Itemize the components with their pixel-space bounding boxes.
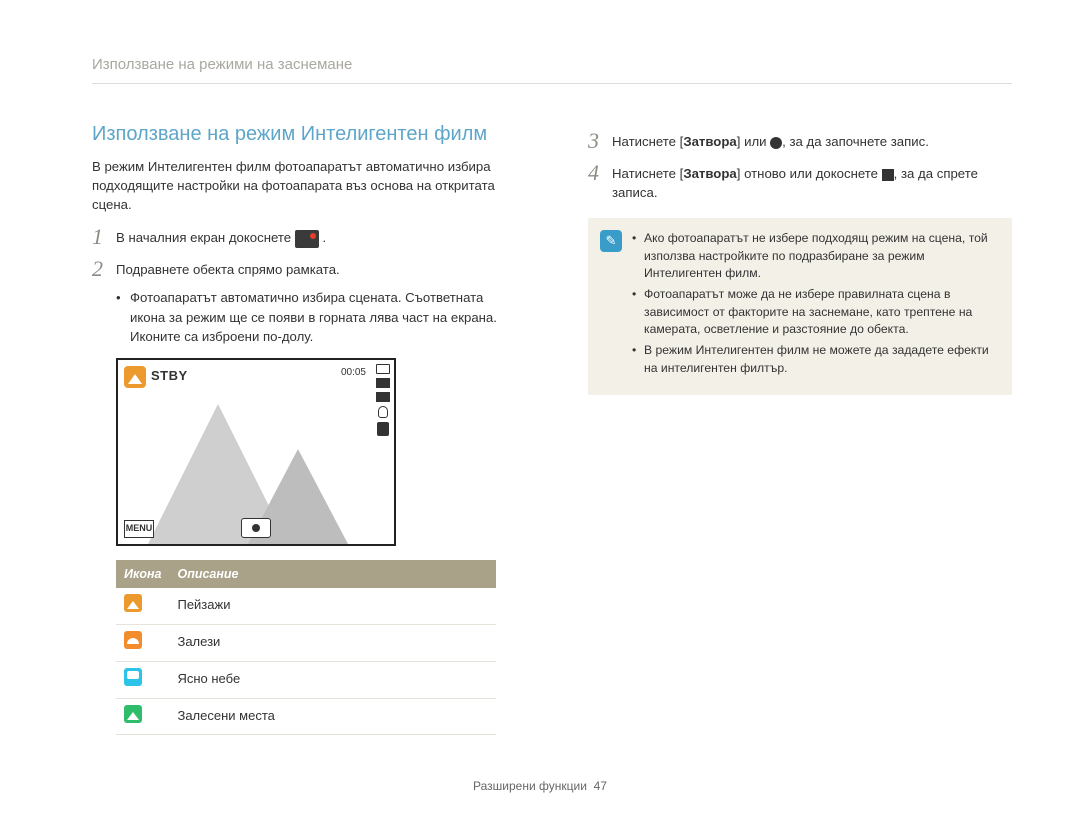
timer-label: 00:05	[341, 366, 366, 381]
stabilizer-icon	[377, 422, 389, 436]
row-label: Залези	[169, 624, 496, 661]
microphone-icon	[378, 406, 388, 418]
smart-movie-mode-icon	[295, 230, 319, 248]
table-row: Пейзажи	[116, 588, 496, 624]
landscape-icon	[124, 594, 142, 612]
clear-sky-icon	[124, 668, 142, 686]
landscape-icon	[124, 366, 146, 388]
step-number: 2	[92, 258, 116, 280]
status-strip	[376, 364, 390, 436]
camera-screen-preview: STBY 00:05 MENU	[116, 358, 396, 546]
shutter-label: Затвора	[683, 134, 736, 149]
section-title: Използване на режим Интелигентен филм	[92, 120, 516, 149]
scene-badge: STBY	[124, 366, 188, 388]
record-dot-icon	[770, 137, 782, 149]
step-number: 3	[588, 130, 612, 152]
intro-paragraph: В режим Интелигентен филм фотоапаратът а…	[92, 157, 516, 214]
step-1: 1 В началния екран докоснете .	[92, 226, 516, 248]
content-columns: Използване на режим Интелигентен филм В …	[92, 120, 1012, 735]
bullet-dot: •	[116, 288, 130, 345]
resolution-icon	[376, 378, 390, 388]
row-label: Залесени места	[169, 698, 496, 735]
page-header: Използване на режими на заснемане	[92, 56, 1012, 84]
note-list: •Ако фотоапаратът не избере подходящ реж…	[632, 230, 998, 381]
table-row: Залези	[116, 624, 496, 661]
framerate-icon	[376, 392, 390, 402]
step1-suffix: .	[322, 230, 326, 245]
step2-bullet-text: Фотоапаратът автоматично избира сцената.…	[130, 288, 516, 345]
step-4: 4 Натиснете [Затвора] отново или докосне…	[588, 162, 1012, 202]
left-column: Използване на режим Интелигентен филм В …	[92, 120, 516, 735]
step1-text: В началния екран докоснете	[116, 230, 291, 245]
table-header-description: Описание	[169, 560, 496, 588]
table-row: Залесени места	[116, 698, 496, 735]
battery-icon	[376, 364, 390, 374]
table-row: Ясно небе	[116, 661, 496, 698]
menu-button[interactable]: MENU	[124, 520, 154, 538]
right-column: 3 Натиснете [Затвора] или , за да започн…	[588, 120, 1012, 735]
note-item: В режим Интелигентен филм не можете да з…	[644, 342, 998, 377]
forest-icon	[124, 705, 142, 723]
row-label: Пейзажи	[169, 588, 496, 624]
scene-icons-table: Икона Описание Пейзажи Залези Ясно небе …	[116, 560, 496, 736]
shutter-label: Затвора	[683, 166, 736, 181]
step2-text: Подравнете обекта спрямо рамката.	[116, 258, 340, 280]
note-box: ✎ •Ако фотоапаратът не избере подходящ р…	[588, 218, 1012, 395]
step-number: 1	[92, 226, 116, 248]
footer-page-number: 47	[594, 779, 607, 793]
step2-sublist: • Фотоапаратът автоматично избира сценат…	[116, 288, 516, 345]
step-3: 3 Натиснете [Затвора] или , за да започн…	[588, 130, 1012, 152]
stop-square-icon	[882, 169, 894, 181]
row-label: Ясно небе	[169, 661, 496, 698]
sunset-icon	[124, 631, 142, 649]
record-button[interactable]	[241, 518, 271, 538]
step-number: 4	[588, 162, 612, 202]
footer-section: Разширени функции	[473, 779, 587, 793]
note-item: Фотоапаратът може да не избере правилнат…	[644, 286, 998, 338]
page-footer: Разширени функции 47	[0, 779, 1080, 793]
note-item: Ако фотоапаратът не избере подходящ режи…	[644, 230, 998, 282]
step-2: 2 Подравнете обекта спрямо рамката.	[92, 258, 516, 280]
table-header-icon: Икона	[116, 560, 169, 588]
info-icon: ✎	[600, 230, 622, 252]
stby-label: STBY	[151, 367, 188, 386]
